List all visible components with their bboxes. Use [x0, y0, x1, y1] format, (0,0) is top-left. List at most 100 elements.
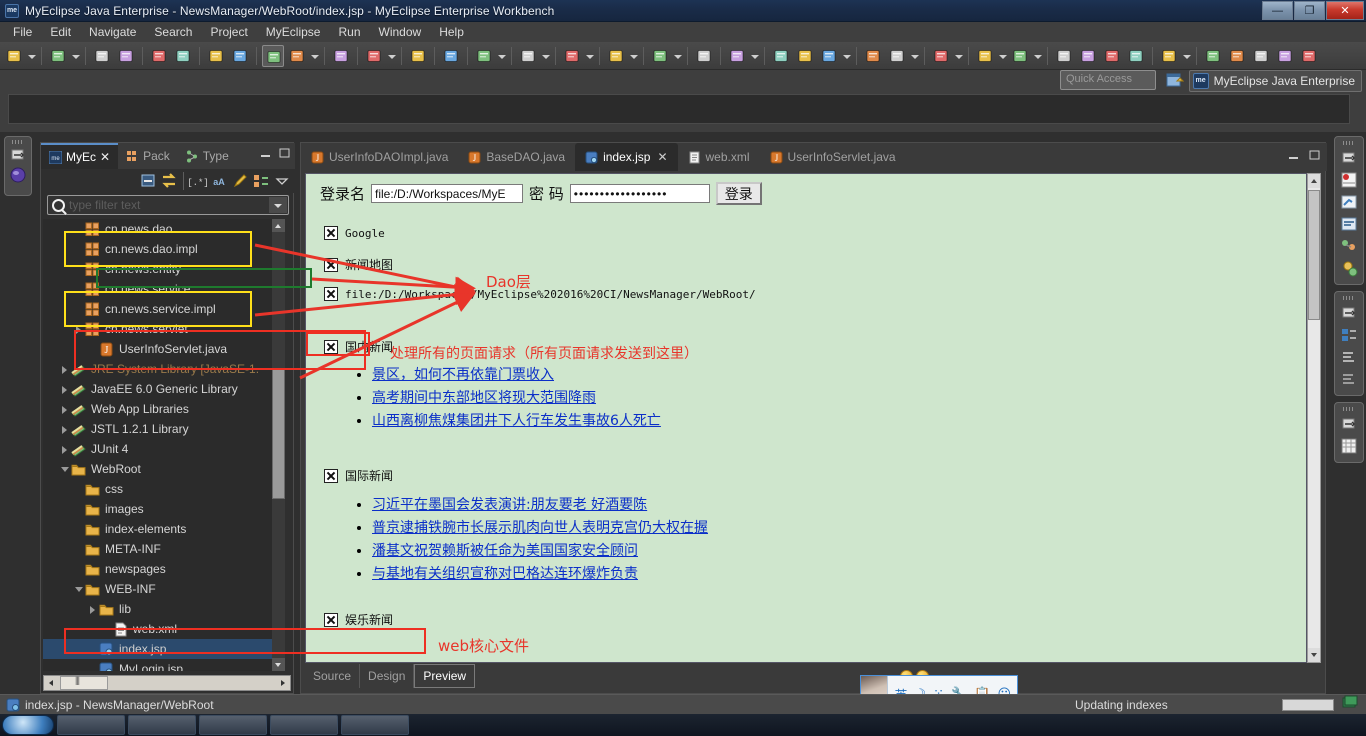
perspective-switcher[interactable]: me MyEclipse Java Enterprise — [1188, 70, 1362, 92]
forward-dropdown-icon[interactable] — [1032, 45, 1043, 67]
tree-item-jstl-1-2-1-library[interactable]: JSTL 1.2.1 Library — [43, 419, 281, 439]
profile-dropdown-icon[interactable] — [672, 45, 683, 67]
maximize-view-icon[interactable] — [278, 147, 291, 165]
new-dropdown-icon[interactable] — [26, 45, 37, 67]
tree-item-mylogin-jsp[interactable]: MyLogin.jsp — [43, 659, 281, 671]
toggle-annotations-icon[interactable] — [172, 45, 194, 67]
list-item[interactable]: 景区，如何不再依靠门票收入 — [372, 364, 661, 384]
tree-expand-arrow-icon[interactable] — [89, 639, 99, 659]
scroll-down-icon[interactable] — [1308, 648, 1320, 662]
tree-item-cn-news-dao[interactable]: cn.news.dao — [43, 219, 281, 239]
team-view-icon[interactable] — [1340, 237, 1358, 255]
tree-item-index-jsp[interactable]: index.jsp — [43, 639, 281, 659]
filter-input[interactable]: type filter text — [47, 195, 289, 215]
project-tree[interactable]: cn.news.dao cn.news.dao.impl cn.news.entit… — [43, 219, 281, 671]
quick-access-input[interactable]: Quick Access — [1060, 70, 1156, 90]
deploy-icon[interactable] — [262, 44, 284, 67]
servers-view-icon[interactable] — [1340, 259, 1358, 277]
servers-icon[interactable] — [286, 45, 308, 67]
italic-icon[interactable] — [1250, 45, 1272, 67]
font-large-icon[interactable] — [1298, 45, 1320, 67]
menu-item-window[interactable]: Window — [370, 23, 431, 41]
tree-expand-arrow-icon[interactable] — [61, 419, 71, 439]
new-class-icon[interactable] — [693, 45, 715, 67]
edit-icon[interactable] — [818, 45, 840, 67]
refresh-dropdown-icon[interactable] — [749, 45, 760, 67]
tree-item-cn-news-service-impl[interactable]: cn.news.service.impl — [43, 299, 281, 319]
scroll-up-icon[interactable] — [272, 219, 285, 232]
servers-dropdown-icon[interactable] — [309, 45, 320, 67]
login-name-input[interactable] — [371, 184, 524, 203]
news-link[interactable]: 高考期间中东部地区将现大范围降雨 — [372, 390, 596, 406]
tree-expand-arrow-icon[interactable] — [75, 519, 85, 539]
tree-item-web-inf[interactable]: WEB-INF — [43, 579, 281, 599]
back-dropdown-icon[interactable] — [997, 45, 1008, 67]
close-button[interactable]: ✕ — [1326, 1, 1364, 20]
preview-icon[interactable] — [1101, 45, 1123, 67]
menu-item-run[interactable]: Run — [329, 23, 369, 41]
font-small-icon[interactable] — [1274, 45, 1296, 67]
editor-tab-index-jsp[interactable]: index.jsp ✕ — [575, 143, 678, 171]
back-icon[interactable] — [974, 45, 996, 67]
tree-item-newspages[interactable]: newspages — [43, 559, 281, 579]
menu-item-navigate[interactable]: Navigate — [80, 23, 145, 41]
maximize-button[interactable]: ❐ — [1294, 1, 1325, 20]
tree-expand-arrow-icon[interactable] — [75, 539, 85, 559]
tree-expand-arrow-icon[interactable] — [61, 379, 71, 399]
view-menu-icon[interactable] — [273, 172, 291, 190]
minimize-editor-icon[interactable] — [1287, 149, 1300, 167]
snippets-view-icon[interactable] — [1340, 193, 1358, 211]
password-input[interactable] — [569, 184, 710, 203]
tree-item-jre-system-library-javase-1-[interactable]: JRE System Library [JavaSE-1. — [43, 359, 281, 379]
underline-icon[interactable] — [1202, 45, 1224, 67]
case-sensitive-icon[interactable]: aA — [210, 172, 228, 190]
menu-item-search[interactable]: Search — [145, 23, 201, 41]
new-wizard-icon[interactable] — [3, 45, 25, 67]
tree-expand-arrow-icon[interactable] — [75, 279, 85, 299]
collapse-all-icon[interactable] — [139, 172, 157, 190]
tab-preview[interactable]: Preview — [414, 664, 476, 688]
tree-item-web-app-libraries[interactable]: Web App Libraries — [43, 399, 281, 419]
restore-view-icon[interactable] — [1340, 415, 1358, 433]
news-link[interactable]: 潘基文祝贺赖斯被任命为美国国家安全顾问 — [372, 543, 638, 559]
myeclipse-ball-icon[interactable] — [9, 166, 27, 184]
menu-item-edit[interactable]: Edit — [41, 23, 80, 41]
print-icon[interactable] — [148, 45, 170, 67]
regex-filter-icon[interactable]: [.*] — [187, 172, 209, 190]
tree-expand-arrow-icon[interactable] — [75, 299, 85, 319]
open-browser-icon[interactable] — [330, 45, 352, 67]
database-dropdown-icon[interactable] — [386, 45, 397, 67]
tree-expand-arrow-icon[interactable] — [89, 659, 99, 671]
tab-source[interactable]: Source — [305, 664, 361, 688]
menu-item-help[interactable]: Help — [430, 23, 473, 41]
task-list-icon[interactable] — [1340, 348, 1358, 366]
tree-item-cn-news-servlet[interactable]: cn.news.servlet — [43, 319, 281, 339]
start-button[interactable] — [2, 715, 54, 735]
preview-vertical-scrollbar[interactable] — [1307, 173, 1321, 663]
editor-tab-web-xml[interactable]: web.xml — [678, 143, 760, 171]
new-dropdown2-icon[interactable] — [70, 45, 81, 67]
scroll-left-icon[interactable] — [44, 676, 58, 690]
maximize-editor-icon[interactable] — [1308, 149, 1321, 167]
db-browser-icon[interactable] — [1340, 437, 1358, 455]
open-perspective-button[interactable] — [1164, 70, 1185, 90]
tree-expand-arrow-icon[interactable] — [75, 259, 85, 279]
tree-expand-arrow-icon[interactable] — [75, 319, 85, 339]
list-item[interactable]: 潘基文祝贺赖斯被任命为美国国家安全顾问 — [372, 540, 708, 560]
news-link[interactable]: 山西离柳焦煤集团井下人行车发生事故6人死亡 — [372, 413, 661, 429]
list-item[interactable]: 山西离柳焦煤集团井下人行车发生事故6人死亡 — [372, 410, 661, 430]
tree-item-userinfoservlet-java[interactable]: J UserInfoServlet.java — [43, 339, 281, 359]
heap-status-icon[interactable] — [1342, 695, 1358, 714]
tree-horizontal-scrollbar[interactable] — [43, 675, 291, 691]
tree-expand-arrow-icon[interactable] — [61, 459, 71, 479]
tree-expand-arrow-icon[interactable] — [89, 339, 99, 359]
debug-dropdown-icon[interactable] — [628, 45, 639, 67]
list-item[interactable]: 习近平在墨国会发表演讲:朋友要老 好酒要陈 — [372, 494, 708, 514]
editor-tab-basedao-java[interactable]: J BaseDAO.java — [458, 143, 575, 171]
close-icon[interactable]: ✕ — [657, 150, 667, 164]
tree-expand-arrow-icon[interactable] — [61, 439, 71, 459]
open-type-icon[interactable] — [770, 45, 792, 67]
news-link[interactable]: 与基地有关组织宣称对巴格达连环爆炸负责 — [372, 566, 638, 582]
taskbar-item[interactable] — [270, 715, 338, 735]
left-fast-view-bar[interactable] — [4, 136, 32, 196]
